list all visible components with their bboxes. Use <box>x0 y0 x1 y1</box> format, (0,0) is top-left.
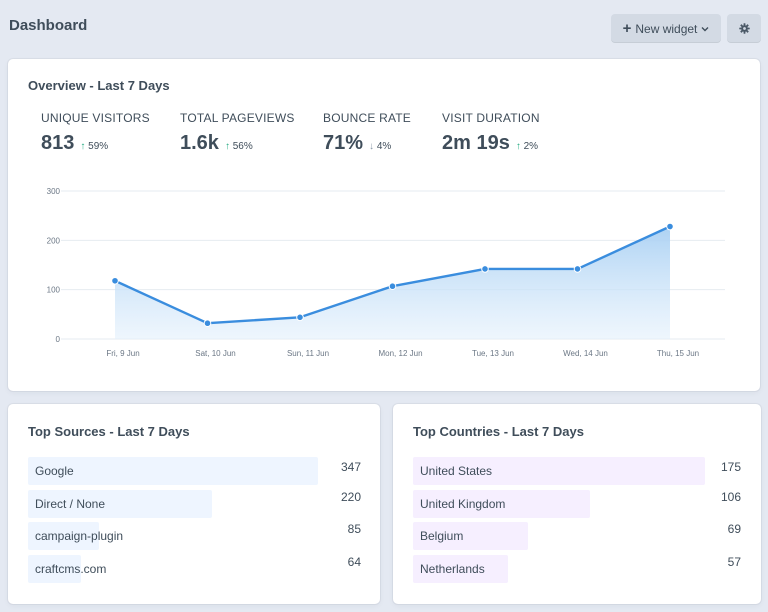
list-item-label: Netherlands <box>420 561 485 576</box>
list-item-value: 106 <box>720 489 741 504</box>
chevron-down-icon <box>701 26 709 31</box>
data-point[interactable] <box>666 222 674 231</box>
y-tick-label: 300 <box>47 187 61 196</box>
plus-icon: + <box>622 19 632 37</box>
data-point[interactable] <box>203 319 212 328</box>
y-tick-label: 0 <box>56 335 61 344</box>
data-point[interactable] <box>388 282 397 291</box>
list-item-label: Direct / None <box>35 496 106 511</box>
list-item-label: Belgium <box>420 529 464 543</box>
x-tick-label: Tue, 13 Jun <box>472 349 514 358</box>
top-sources-title: Top Sources - Last 7 Days <box>28 424 190 439</box>
list-item: Google 347 <box>28 457 378 485</box>
x-tick-label: Fri, 9 Jun <box>106 349 139 358</box>
visitors-chart: 0 100 200 300 Fri, 9 Jun Sat, 10 Jun Sun, 11 J… <box>47 187 725 358</box>
list-item: United States 175 <box>413 457 765 485</box>
list-item: United Kingdom 106 <box>413 489 765 518</box>
data-point[interactable] <box>573 265 582 273</box>
x-tick-label: Sun, 11 Jun <box>287 349 329 358</box>
list-item-value: 64 <box>347 554 361 569</box>
list-item-value: 347 <box>340 460 361 474</box>
list-item-label: campaign-plugin <box>35 529 124 543</box>
list-item: campaign-plugin 85 <box>28 522 378 550</box>
new-widget-label: New widget <box>635 21 698 36</box>
data-point[interactable] <box>296 313 304 322</box>
y-tick-label: 100 <box>47 286 61 295</box>
top-countries-title: Top Countries - Last 7 Days <box>413 424 584 439</box>
list-item: Direct / None 220 <box>28 489 378 518</box>
top-sources-card: Top Sources - Last 7 Days Google 347 Direc… <box>8 404 380 604</box>
list-item: Belgium 69 <box>413 522 765 550</box>
data-point[interactable] <box>481 265 489 273</box>
settings-button[interactable] <box>727 14 761 43</box>
top-countries-card: Top Countries - Last 7 Days United State… <box>393 404 761 604</box>
list-item-label: Google <box>35 464 74 478</box>
list-item-label: United States <box>420 464 493 478</box>
list-item-value: 69 <box>727 522 741 536</box>
list-item-value: 220 <box>340 489 361 504</box>
page-title: Dashboard <box>9 17 88 34</box>
list-item-label: craftcms.com <box>35 561 107 576</box>
gear-icon <box>738 23 750 34</box>
list-item: Netherlands 57 <box>413 554 765 583</box>
x-tick-label: Wed, 14 Jun <box>563 349 608 358</box>
list-item-value: 175 <box>720 460 741 474</box>
new-widget-button[interactable]: + New widget <box>611 14 721 43</box>
data-point[interactable] <box>111 276 119 285</box>
x-tick-label: Sat, 10 Jun <box>195 349 235 358</box>
x-tick-label: Mon, 12 Jun <box>378 349 422 358</box>
overview-card: Overview - Last 7 Days UNIQUE VISITORS 8… <box>8 59 760 391</box>
list-item-value: 57 <box>727 554 741 569</box>
y-tick-label: 200 <box>47 236 61 245</box>
list-item-label: United Kingdom <box>420 496 506 511</box>
list-item: craftcms.com 64 <box>28 554 378 583</box>
list-item-value: 85 <box>347 522 361 536</box>
x-tick-label: Thu, 15 Jun <box>657 349 699 358</box>
